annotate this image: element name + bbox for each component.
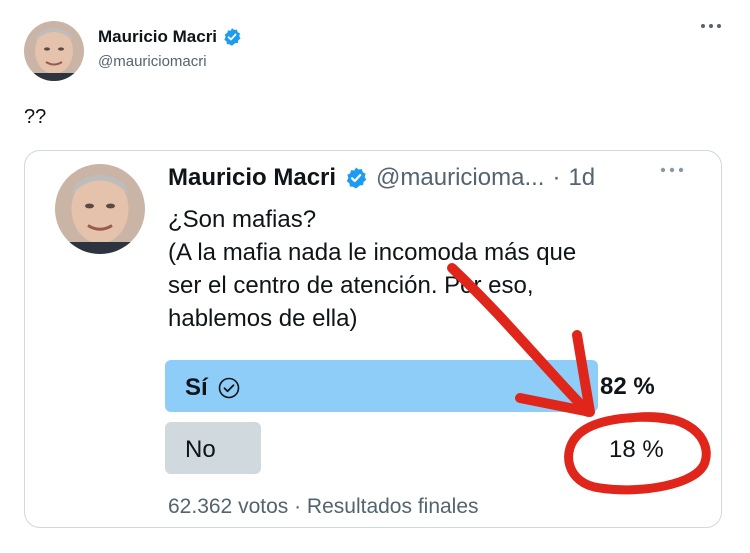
quoted-author-name[interactable]: Mauricio Macri [168, 164, 336, 192]
author-name[interactable]: Mauricio Macri [98, 27, 217, 47]
poll-option-no-bar: No [165, 422, 261, 474]
poll-option-si-bar: Sí [165, 360, 598, 412]
more-horizontal-icon[interactable] [660, 166, 684, 174]
quoted-text-line: (A la mafia nada le incomoda más que [168, 239, 577, 266]
quoted-text-line: hablemos de ella) [168, 305, 358, 332]
avatar-photo [24, 21, 84, 81]
quoted-tweet-time[interactable]: 1d [568, 164, 595, 192]
avatar-photo [55, 164, 145, 254]
separator-dot: · [552, 164, 561, 191]
quoted-author-avatar[interactable] [55, 164, 145, 254]
poll-option-percent: 82 % [600, 373, 655, 400]
poll-footer: 62.362 votos · Resultados finales [168, 495, 479, 518]
verified-badge-icon [344, 166, 368, 190]
poll-option-label: No [185, 436, 216, 463]
quoted-text-line: ser el centro de atención. Por eso, [168, 272, 534, 299]
author-name-row[interactable]: Mauricio Macri [98, 27, 242, 47]
more-horizontal-icon[interactable] [700, 22, 722, 30]
poll-option-label: Sí [185, 374, 208, 401]
verified-badge-icon [222, 27, 242, 47]
quoted-tweet-text: ¿Son mafias? (A la mafia nada le incomod… [168, 203, 668, 335]
check-circle-icon [218, 377, 240, 399]
tweet-text: ?? [24, 106, 47, 128]
poll-option-percent: 18 % [609, 436, 664, 463]
author-handle[interactable]: @mauriciomacri [98, 53, 207, 70]
quoted-tweet-header: Mauricio Macri @mauricioma... · 1d [168, 164, 595, 192]
quoted-author-handle[interactable]: @mauricioma... [376, 164, 544, 192]
author-avatar[interactable] [24, 21, 84, 81]
quoted-text-line: ¿Son mafias? [168, 206, 317, 233]
